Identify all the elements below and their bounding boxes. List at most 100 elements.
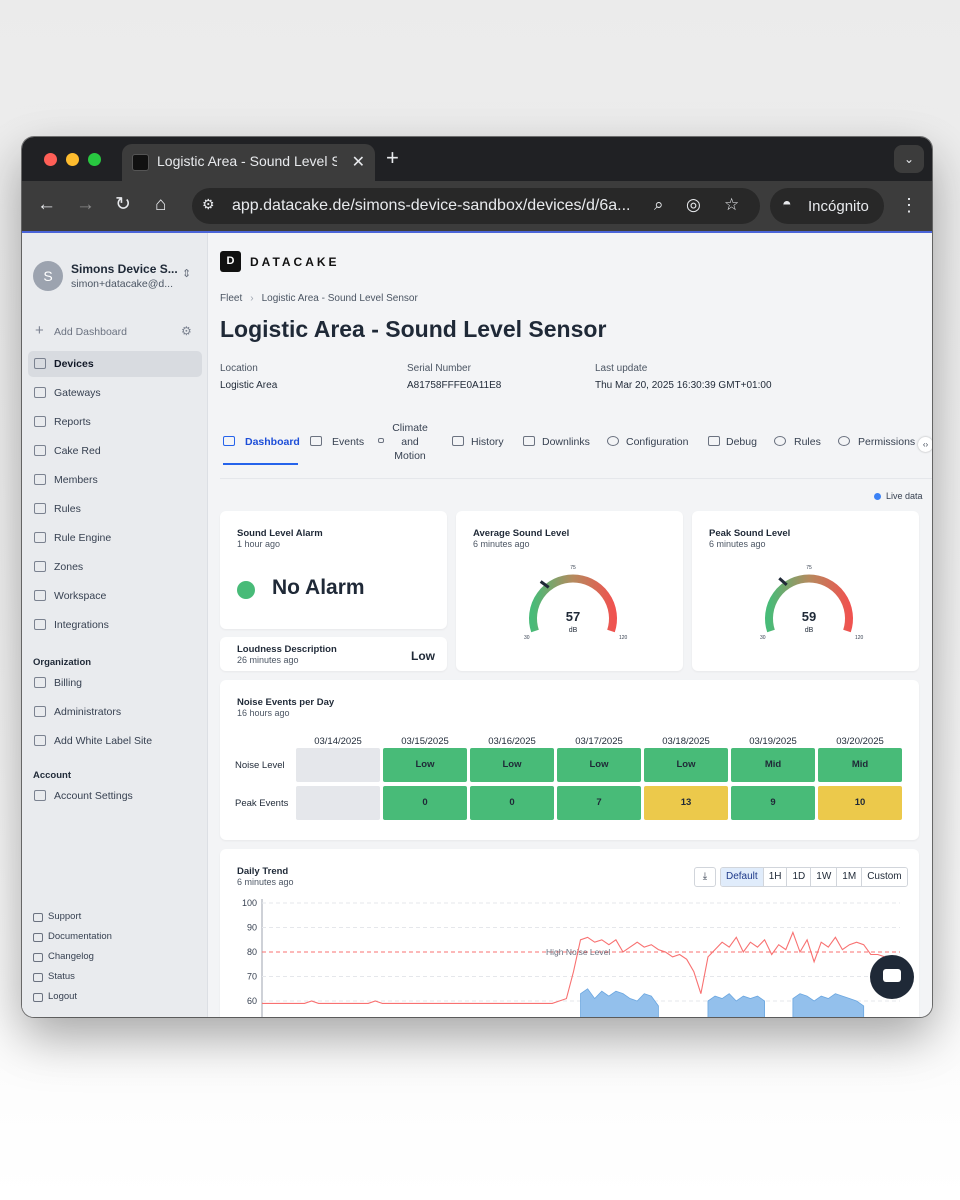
sidebar-item-administrators[interactable]: Administrators xyxy=(28,699,202,725)
widget-title: Loudness Description xyxy=(237,644,337,655)
live-dot-icon xyxy=(874,493,881,501)
heatmap-date: 03/19/2025 xyxy=(749,736,797,747)
sidebar-item-cake-red[interactable]: Cake Red xyxy=(28,438,202,464)
sidebar-item-rule-engine[interactable]: Rule Engine xyxy=(28,525,202,551)
org-name[interactable]: Simons Device S... xyxy=(71,262,178,276)
zoom-icon[interactable]: ⌕ xyxy=(654,195,664,215)
chevron-updown-icon[interactable]: ⇕ xyxy=(182,267,191,280)
serial-meta: Serial Number A81758FFFE0A11E8 xyxy=(407,363,501,391)
breadcrumb-device: Logistic Area - Sound Level Sensor xyxy=(261,293,418,304)
sidebar-item-rules[interactable]: Rules xyxy=(28,496,202,522)
address-bar[interactable]: ⚙ app.datacake.de/simons-device-sandbox/… xyxy=(192,188,760,224)
sidebar-item-zones[interactable]: Zones xyxy=(28,554,202,580)
tab-close-icon[interactable]: ✕ xyxy=(352,152,365,172)
heatmap-cell[interactable]: Low xyxy=(644,748,728,782)
minimize-window-button[interactable] xyxy=(66,153,79,166)
tab-title: Logistic Area - Sound Level Sensor xyxy=(157,153,337,169)
eye-off-icon[interactable]: ◎ xyxy=(686,195,701,215)
sidebar-item-workspace[interactable]: Workspace xyxy=(28,583,202,609)
forward-icon[interactable]: → xyxy=(76,194,95,216)
browser-tab[interactable]: Logistic Area - Sound Level Sensor ✕ xyxy=(122,144,375,181)
sidebar-item-account-settings[interactable]: Account Settings xyxy=(28,783,202,809)
noise-events-widget[interactable]: Noise Events per Day 16 hours ago 03/14/… xyxy=(220,680,919,840)
back-icon[interactable]: ← xyxy=(37,194,56,216)
breadcrumb-fleet[interactable]: Fleet xyxy=(220,293,242,304)
widget-title: Noise Events per Day xyxy=(237,697,335,708)
average-sound-widget[interactable]: Average Sound Level 6 minutes ago 57 dB … xyxy=(456,511,683,671)
sidebar-item-add-white-label-site[interactable]: Add White Label Site xyxy=(28,728,202,754)
heatmap-cell[interactable]: 0 xyxy=(383,786,467,820)
app: S Simons Device S... simon+datacake@d...… xyxy=(22,233,932,1017)
heatmap-cell[interactable]: 7 xyxy=(557,786,641,820)
chat-button[interactable] xyxy=(870,955,914,999)
new-tab-icon[interactable]: + xyxy=(386,147,399,169)
heatmap-date: 03/16/2025 xyxy=(488,736,536,747)
tabs-scroll-icon[interactable]: ‹› xyxy=(918,437,932,452)
add-dashboard-button[interactable]: + Add Dashboard ⚙ xyxy=(28,319,202,345)
heatmap-cell[interactable]: 0 xyxy=(470,786,554,820)
browser-window: Logistic Area - Sound Level Sensor ✕ + ⌄… xyxy=(22,137,932,1017)
footer-link-label: Logout xyxy=(48,991,78,1002)
heatmap-cell[interactable]: 10 xyxy=(818,786,902,820)
heatmap-cell[interactable]: Low xyxy=(383,748,467,782)
sidebar-item-reports[interactable]: Reports xyxy=(28,409,202,435)
cake-red-icon xyxy=(34,445,46,456)
sidebar-item-label: Devices xyxy=(54,358,94,370)
peak-sound-widget[interactable]: Peak Sound Level 6 minutes ago 59 dB 30 … xyxy=(692,511,919,671)
maximize-window-button[interactable] xyxy=(88,153,101,166)
gauge-max: 120 xyxy=(619,635,628,641)
gauge-min: 30 xyxy=(524,635,530,641)
heatmap-date: 03/15/2025 xyxy=(401,736,449,747)
rules-icon xyxy=(774,436,786,446)
add-dashboard-label: Add Dashboard xyxy=(54,326,127,338)
incognito-label: Incógnito xyxy=(808,198,869,215)
tab-climate-motion[interactable]: Climate and Motion xyxy=(378,419,438,463)
heatmap-cell[interactable]: 13 xyxy=(644,786,728,820)
breadcrumb: Fleet › Logistic Area - Sound Level Sensor xyxy=(220,293,418,304)
page-title: Logistic Area - Sound Level Sensor xyxy=(220,316,607,342)
status-icon xyxy=(33,973,43,982)
tab-climate-label: Climate and Motion xyxy=(392,422,428,462)
close-window-button[interactable] xyxy=(44,153,57,166)
sound-alarm-widget[interactable]: Sound Level Alarm 1 hour ago No Alarm xyxy=(220,511,447,629)
browser-menu-icon[interactable]: ⋮ xyxy=(900,195,918,216)
sidebar-item-gateways[interactable]: Gateways xyxy=(28,380,202,406)
loudness-widget[interactable]: Loudness Description 26 minutes ago Low xyxy=(220,637,447,671)
incognito-chip[interactable]: ◓ Incógnito xyxy=(770,188,884,224)
heatmap-cell[interactable]: 9 xyxy=(731,786,815,820)
sidebar-item-devices[interactable]: Devices xyxy=(28,351,202,377)
heatmap-cell[interactable]: Mid xyxy=(731,748,815,782)
sidebar-item-integrations[interactable]: Integrations xyxy=(28,612,202,638)
site-settings-icon[interactable]: ⚙ xyxy=(202,196,222,216)
heatmap-cell[interactable] xyxy=(296,786,380,820)
sidebar-item-billing[interactable]: Billing xyxy=(28,670,202,696)
avatar[interactable]: S xyxy=(33,261,63,291)
widget-timestamp: 1 hour ago xyxy=(237,539,281,549)
daily-trend-widget[interactable]: Daily Trend 6 minutes ago ⤓ Default 1H 1D 1… xyxy=(220,849,919,1017)
sidebar-item-label: Add White Label Site xyxy=(54,735,153,747)
users-icon xyxy=(838,436,850,446)
datacake-logo-icon[interactable]: D xyxy=(220,251,241,272)
widget-timestamp: 26 minutes ago xyxy=(237,655,299,665)
gear-icon[interactable]: ⚙ xyxy=(181,324,192,338)
reload-icon[interactable]: ↻ xyxy=(115,194,131,216)
sidebar-item-members[interactable]: Members xyxy=(28,467,202,493)
location-label: Location xyxy=(220,363,258,374)
gauge-unit: dB xyxy=(805,627,814,634)
star-icon[interactable]: ☆ xyxy=(724,195,739,215)
gauge-mid: 75 xyxy=(806,565,812,571)
heatmap-cell[interactable] xyxy=(296,748,380,782)
heatmap-cell[interactable]: Low xyxy=(557,748,641,782)
heatmap-cell[interactable]: Mid xyxy=(818,748,902,782)
footer-link-label: Status xyxy=(48,971,75,982)
sidebar-item-label: Gateways xyxy=(54,387,101,399)
rule-engine-icon xyxy=(34,532,46,543)
heatmap-date: 03/17/2025 xyxy=(575,736,623,747)
home-icon[interactable]: ⌂ xyxy=(155,194,166,216)
y-tick-label: 90 xyxy=(247,923,257,933)
url-text[interactable]: app.datacake.de/simons-device-sandbox/de… xyxy=(232,197,642,215)
gauge-value: 59 xyxy=(802,609,816,624)
heatmap-cell[interactable]: Low xyxy=(470,748,554,782)
tab-search-icon[interactable]: ⌄ xyxy=(894,145,924,173)
live-data-indicator: Live data xyxy=(874,491,923,501)
